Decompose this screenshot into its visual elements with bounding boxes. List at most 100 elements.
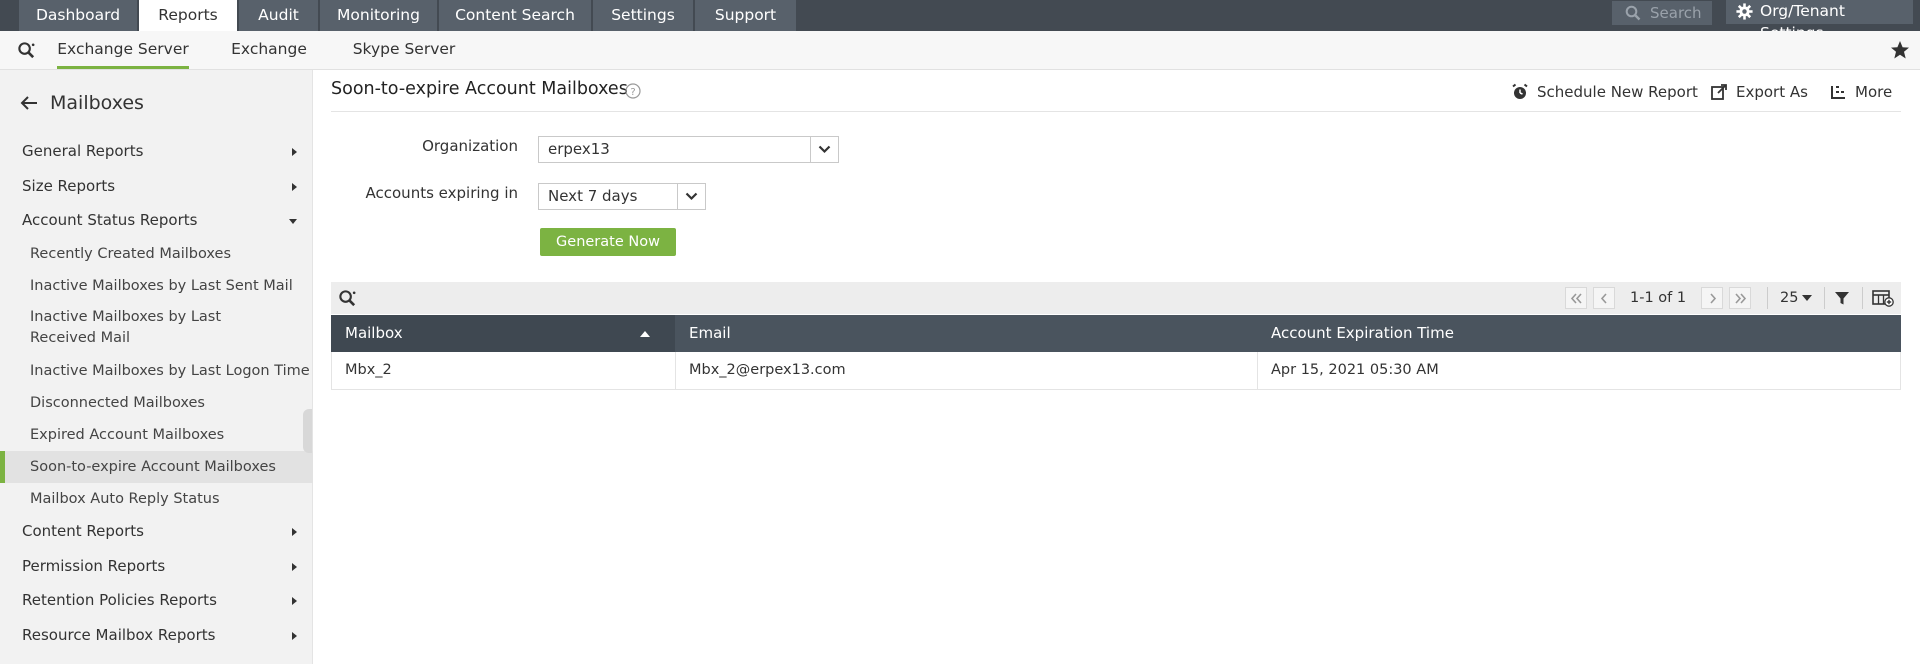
gear-icon	[1736, 3, 1753, 20]
tab-content-search[interactable]: Content Search	[439, 0, 591, 31]
report-table: Mailbox Email Account Expiration Time Mb…	[331, 315, 1901, 390]
sidebar-item-label: Content Reports	[22, 522, 144, 540]
chevron-down-icon	[289, 219, 297, 224]
sidebar-item-size-reports[interactable]: Size Reports	[0, 170, 313, 202]
sidebar-item-soon-to-expire[interactable]: Soon-to-expire Account Mailboxes	[0, 451, 313, 483]
sidebar-item-content-reports[interactable]: Content Reports	[0, 515, 313, 547]
subtab-skype-server[interactable]: Skype Server	[349, 31, 459, 69]
per-page-select[interactable]: 25	[1780, 287, 1813, 309]
caret-down-icon	[1802, 295, 1813, 301]
sidebar-collapse-handle[interactable]	[303, 409, 312, 453]
table-row[interactable]: Mbx_2 Mbx_2@erpex13.com Apr 15, 2021 05:…	[331, 352, 1901, 390]
sidebar-item-label: Inactive Mailboxes by Last Sent Mail	[30, 278, 293, 294]
dropdown-toggle[interactable]	[677, 184, 705, 209]
tab-dashboard[interactable]: Dashboard	[19, 0, 137, 31]
sidebar-item-permission-reports[interactable]: Permission Reports	[0, 550, 313, 582]
accounts-expiring-value: Next 7 days	[548, 187, 638, 205]
sidebar-item-inactive-last-sent[interactable]: Inactive Mailboxes by Last Sent Mail	[0, 270, 313, 302]
search-icon[interactable]	[17, 41, 36, 60]
more-options-icon	[1831, 86, 1845, 99]
chevron-right-icon	[292, 183, 297, 191]
tab-support[interactable]: Support	[695, 0, 796, 31]
export-icon	[1711, 84, 1727, 100]
sidebar-item-label: Size Reports	[22, 177, 116, 195]
sidebar-item-label: Inactive Mailboxes by Last Logon Time	[30, 363, 310, 379]
sidebar-item-label: Account Status Reports	[22, 211, 198, 229]
organization-select[interactable]: erpex13	[538, 136, 839, 163]
sidebar-item-label: Mailbox Auto Reply Status	[30, 491, 220, 507]
schedule-new-report-button[interactable]: Schedule New Report	[1511, 80, 1698, 104]
sidebar-item-disconnected-mailboxes[interactable]: Disconnected Mailboxes	[0, 387, 313, 419]
search-icon	[1625, 5, 1641, 21]
sidebar-item-account-status-reports[interactable]: Account Status Reports	[0, 204, 313, 236]
organization-label: Organization	[422, 137, 518, 155]
export-as-button[interactable]: Export As	[1710, 80, 1808, 104]
accounts-expiring-label: Accounts expiring in	[365, 184, 518, 202]
column-header-account-expiration-time[interactable]: Account Expiration Time	[1257, 315, 1901, 352]
tab-audit[interactable]: Audit	[239, 0, 318, 31]
sidebar-item-label: Disconnected Mailboxes	[30, 395, 205, 411]
sidebar-item-auto-reply-status[interactable]: Mailbox Auto Reply Status	[0, 483, 313, 515]
sidebar-item-expired-account-mailboxes[interactable]: Expired Account Mailboxes	[0, 419, 313, 451]
dropdown-toggle[interactable]	[810, 137, 838, 162]
tab-settings[interactable]: Settings	[593, 0, 693, 31]
tab-monitoring[interactable]: Monitoring	[320, 0, 437, 31]
sidebar-item-label: Expired Account Mailboxes	[30, 427, 225, 443]
subtab-exchange-server[interactable]: Exchange Server	[57, 31, 189, 69]
generate-now-button[interactable]: Generate Now	[540, 228, 676, 256]
sidebar-item-retention-policies-reports[interactable]: Retention Policies Reports	[0, 584, 313, 616]
sidebar-item-label: Retention Policies Reports	[22, 591, 217, 609]
column-header-label: Account Expiration Time	[1271, 324, 1454, 342]
search-placeholder: Search	[1650, 4, 1702, 22]
filter-icon[interactable]	[1833, 289, 1851, 307]
sidebar-item-label: Permission Reports	[22, 557, 166, 575]
org-tenant-settings-button[interactable]: Org/Tenant Settings	[1726, 0, 1913, 42]
column-header-label: Email	[689, 324, 731, 342]
star-icon[interactable]	[1888, 38, 1912, 62]
chevron-right-icon	[292, 632, 297, 640]
help-icon[interactable]: ?	[625, 83, 641, 99]
alarm-clock-icon	[1512, 83, 1528, 99]
sidebar-title: Mailboxes	[50, 92, 144, 114]
accounts-expiring-select[interactable]: Next 7 days	[538, 183, 706, 210]
svg-text:?: ?	[630, 87, 635, 98]
sidebar-item-inactive-last-received[interactable]: Inactive Mailboxes by Last Received Mail	[0, 306, 290, 350]
cell-mailbox: Mbx_2	[332, 352, 676, 389]
search-icon[interactable]	[338, 289, 357, 308]
chevron-right-icon	[292, 597, 297, 605]
sidebar-item-label: Inactive Mailboxes by Last Received Mail	[30, 309, 222, 346]
table-header: Mailbox Email Account Expiration Time	[331, 315, 1901, 352]
last-page-button[interactable]	[1729, 287, 1751, 309]
sub-nav-bar: Exchange Server Exchange Online Skype Se…	[0, 31, 1920, 94]
sidebar-item-label: Soon-to-expire Account Mailboxes	[30, 459, 276, 475]
pagination-text: 1-1 of 1	[1630, 290, 1687, 306]
sidebar-item-inactive-last-logon[interactable]: Inactive Mailboxes by Last Logon Time	[0, 355, 313, 387]
column-header-mailbox[interactable]: Mailbox	[331, 315, 675, 352]
sidebar-item-recently-created-mailboxes[interactable]: Recently Created Mailboxes	[0, 238, 313, 270]
divider	[1824, 287, 1825, 309]
more-label: More	[1855, 83, 1893, 101]
sidebar-item-label: Resource Mailbox Reports	[22, 626, 216, 644]
arrow-left-icon[interactable]	[20, 95, 38, 111]
global-search-input[interactable]: Search	[1612, 1, 1712, 25]
per-page-value: 25	[1780, 290, 1799, 306]
column-header-email[interactable]: Email	[675, 315, 1257, 352]
chevron-left-icon	[1600, 293, 1607, 304]
sidebar-item-label: General Reports	[22, 142, 144, 160]
sidebar-item-general-reports[interactable]: General Reports	[0, 135, 313, 167]
divider	[1767, 287, 1768, 309]
add-column-icon[interactable]	[1872, 289, 1894, 307]
prev-page-button[interactable]	[1593, 287, 1615, 309]
first-page-button[interactable]	[1565, 287, 1587, 309]
column-header-label: Mailbox	[345, 324, 403, 342]
chevron-right-icon	[292, 528, 297, 536]
sidebar-item-resource-mailbox-reports[interactable]: Resource Mailbox Reports	[0, 619, 313, 651]
chevron-right-icon	[1710, 293, 1717, 304]
next-page-button[interactable]	[1701, 287, 1723, 309]
double-chevron-right-icon	[1735, 293, 1747, 304]
sidebar: Mailboxes General Reports Size Reports A…	[0, 70, 313, 664]
sidebar-header: Mailboxes	[20, 88, 144, 118]
tab-reports[interactable]: Reports	[139, 0, 237, 31]
subtab-exchange-online[interactable]: Exchange Online	[204, 31, 334, 94]
more-button[interactable]: More	[1829, 80, 1892, 104]
